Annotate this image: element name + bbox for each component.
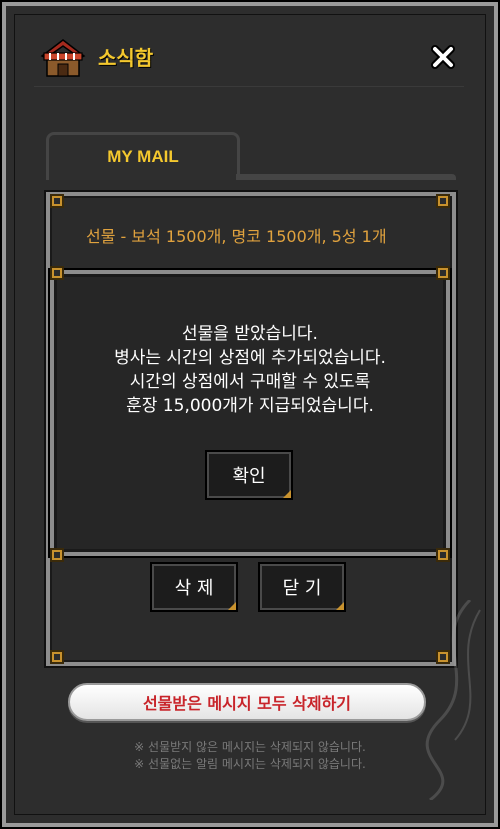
confirm-button-label: 확인 bbox=[232, 466, 266, 487]
close-icon bbox=[431, 45, 455, 69]
popup-message: 선물을 받았습니다. 병사는 시간의 상점에 추가되었습니다. 시간의 상점에서… bbox=[50, 322, 450, 418]
confirm-button[interactable]: 확인 bbox=[205, 450, 293, 500]
popup-line: 선물을 받았습니다. bbox=[182, 324, 318, 344]
tab-my-mail[interactable]: MY MAIL bbox=[46, 132, 240, 180]
close-mail-button[interactable]: 닫 기 bbox=[258, 562, 346, 612]
delete-all-button[interactable]: 선물받은 메시지 모두 삭제하기 bbox=[68, 683, 426, 721]
shop-house-icon bbox=[40, 39, 86, 77]
popup-line: 훈장 15,000개가 지급되었습니다. bbox=[126, 396, 374, 416]
delete-button-label: 삭 제 bbox=[174, 578, 214, 599]
delete-all-label: 선물받은 메시지 모두 삭제하기 bbox=[142, 694, 352, 713]
close-mail-button-label: 닫 기 bbox=[282, 578, 322, 599]
notice-text: ※ 선물없는 알림 메시지는 삭제되지 않습니다. bbox=[134, 757, 366, 771]
corner-bracket bbox=[436, 194, 450, 208]
tab-bar bbox=[236, 174, 456, 180]
corner-bracket bbox=[50, 194, 64, 208]
corner-bracket bbox=[436, 266, 450, 280]
corner-bracket bbox=[50, 650, 64, 664]
close-button[interactable] bbox=[428, 42, 458, 72]
popup-line: 병사는 시간의 상점에 추가되었습니다. bbox=[114, 348, 386, 368]
popup-line: 시간의 상점에서 구매할 수 있도록 bbox=[129, 372, 371, 392]
page-title: 소식함 bbox=[98, 46, 154, 70]
notice-text: ※ 선물받지 않은 메시지는 삭제되지 않습니다. bbox=[134, 740, 366, 754]
corner-bracket bbox=[50, 266, 64, 280]
corner-bracket bbox=[436, 548, 450, 562]
header-divider bbox=[34, 86, 464, 87]
header: 소식함 bbox=[0, 0, 500, 100]
mail-item[interactable]: 선물 - 보석 1500개, 명코 1500개, 5성 1개 bbox=[86, 226, 416, 248]
tab-label: MY MAIL bbox=[107, 146, 179, 166]
corner-bracket bbox=[50, 548, 64, 562]
delete-button[interactable]: 삭 제 bbox=[150, 562, 238, 612]
